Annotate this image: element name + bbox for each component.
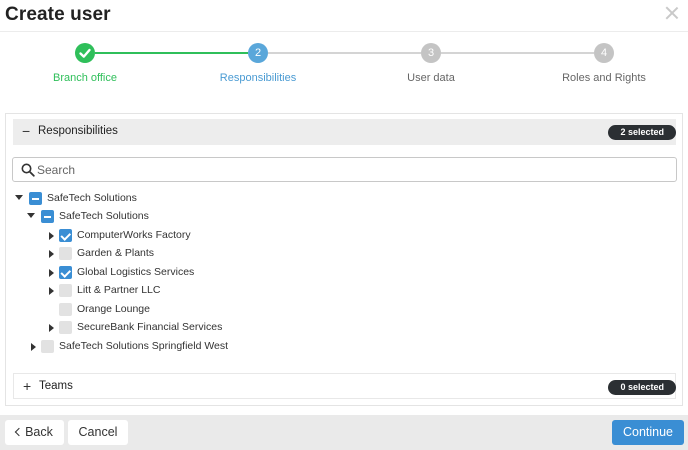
back-button[interactable]: Back [5, 420, 64, 445]
checkbox-checked[interactable] [59, 266, 72, 279]
expand-caret-icon[interactable] [49, 287, 54, 295]
checkbox-unchecked[interactable] [59, 284, 72, 297]
expand-caret-icon[interactable] [49, 232, 54, 240]
expand-caret-icon[interactable] [15, 195, 23, 200]
checkbox-unchecked[interactable] [59, 247, 72, 260]
continue-button[interactable]: Continue [612, 420, 684, 445]
search-box [12, 157, 677, 182]
checkbox-unchecked[interactable] [59, 303, 72, 316]
checkbox-partial[interactable] [29, 192, 42, 205]
checkbox-unchecked[interactable] [59, 321, 72, 334]
teams-title: Teams [39, 380, 73, 392]
expand-icon[interactable]: + [23, 379, 31, 393]
tree-node-label: SafeTech Solutions [59, 210, 149, 222]
step-1-label[interactable]: Branch office [15, 72, 155, 84]
responsibilities-title: Responsibilities [38, 125, 118, 137]
step-3-circle[interactable]: 3 [421, 43, 441, 63]
cancel-button[interactable]: Cancel [68, 420, 128, 445]
create-user-dialog: Create user 2 3 4 Branch office Responsi… [0, 0, 688, 450]
responsibilities-selected-badge: 2 selected [608, 125, 676, 140]
expand-caret-icon[interactable] [49, 324, 54, 332]
chevron-left-icon [14, 427, 24, 437]
step-connector-3 [441, 52, 594, 54]
close-icon[interactable] [664, 5, 680, 21]
tree-node-label: ComputerWorks Factory [77, 229, 191, 241]
checkbox-partial[interactable] [41, 210, 54, 223]
wizard-stepper: 2 3 4 Branch office Responsibilities Use… [0, 32, 688, 98]
expand-caret-icon[interactable] [49, 269, 54, 277]
checkbox-checked[interactable] [59, 229, 72, 242]
checkmark-icon [79, 48, 91, 58]
tree-node-label: SafeTech Solutions Springfield West [59, 340, 229, 352]
search-input[interactable] [37, 161, 657, 179]
step-2-label[interactable]: Responsibilities [188, 72, 328, 84]
tree-node-label: SafeTech Solutions [47, 192, 137, 204]
step-2-circle[interactable]: 2 [248, 43, 268, 63]
expand-caret-icon[interactable] [31, 343, 36, 351]
tree-node-label: Garden & Plants [77, 247, 155, 259]
teams-header[interactable]: + Teams 0 selected [13, 373, 676, 399]
expand-caret-icon[interactable] [49, 250, 54, 258]
checkbox-unchecked[interactable] [41, 340, 54, 353]
collapse-icon[interactable]: − [22, 124, 30, 138]
search-icon [21, 163, 35, 177]
dialog-footer: Back Cancel Continue [0, 415, 688, 450]
tree-node-label: Litt & Partner LLC [77, 284, 161, 296]
tree-node-label: Orange Lounge [77, 303, 150, 315]
step-connector-2 [268, 52, 421, 54]
step-4-circle[interactable]: 4 [594, 43, 614, 63]
step-connector-1 [95, 52, 248, 54]
expand-caret-icon[interactable] [27, 213, 35, 218]
teams-selected-badge: 0 selected [608, 380, 676, 395]
assignment-panel: − Responsibilities 2 selected SafeTech S… [5, 113, 683, 406]
tree-node-label: Global Logistics Services [77, 266, 195, 278]
dialog-header: Create user [0, 0, 688, 31]
back-button-label: Back [25, 425, 53, 439]
step-4-label[interactable]: Roles and Rights [534, 72, 674, 84]
dialog-title: Create user [5, 4, 111, 25]
step-1-circle[interactable] [75, 43, 95, 63]
tree-node-label: SecureBank Financial Services [77, 321, 223, 333]
responsibilities-header[interactable]: − Responsibilities 2 selected [13, 119, 676, 145]
step-3-label[interactable]: User data [361, 72, 501, 84]
